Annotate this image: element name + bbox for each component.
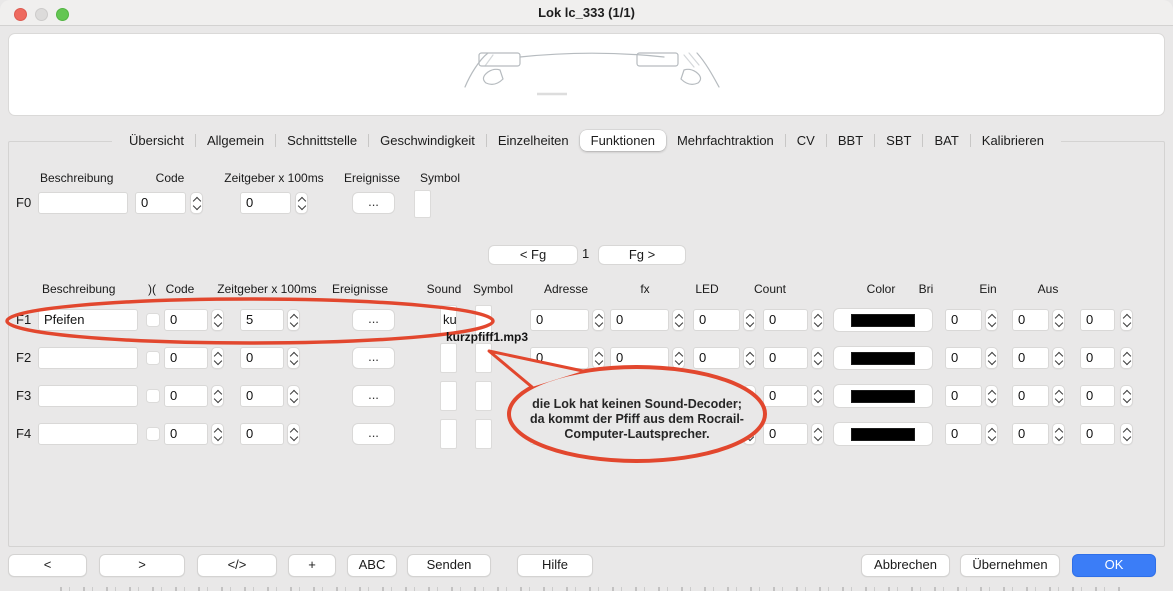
abc-button[interactable]: ABC <box>347 554 397 577</box>
tab-geschwindigkeit[interactable]: Geschwindigkeit <box>369 130 486 151</box>
tab-uebersicht[interactable]: Übersicht <box>118 130 195 151</box>
tab-bat[interactable]: BAT <box>923 130 969 151</box>
window-title: Lok lc_333 (1/1) <box>0 0 1173 26</box>
tab-kalibrieren[interactable]: Kalibrieren <box>971 130 1055 151</box>
tab-mehrfachtraktion[interactable]: Mehrfachtraktion <box>666 130 785 151</box>
tab-funktionen[interactable]: Funktionen <box>580 130 666 151</box>
tab-cv[interactable]: CV <box>786 130 826 151</box>
tab-sbt[interactable]: SBT <box>875 130 922 151</box>
tab-schnittstelle[interactable]: Schnittstelle <box>276 130 368 151</box>
uebernehmen-button[interactable]: Übernehmen <box>960 554 1060 577</box>
functions-panel <box>8 141 1165 547</box>
tab-einzelheiten[interactable]: Einzelheiten <box>487 130 580 151</box>
minimize-button[interactable] <box>35 8 48 21</box>
fg-next-button[interactable]: Fg > <box>598 245 686 265</box>
tab-bar: Übersicht Allgemein Schnittstelle Geschw… <box>0 129 1173 152</box>
loco-sketch <box>457 42 727 112</box>
loco-image-panel <box>8 33 1165 116</box>
background-window-edge <box>60 587 1120 591</box>
xml-button[interactable]: </> <box>197 554 277 577</box>
add-button[interactable]: + <box>288 554 336 577</box>
tab-bbt[interactable]: BBT <box>827 130 874 151</box>
close-button[interactable] <box>14 8 27 21</box>
abbrechen-button[interactable]: Abbrechen <box>861 554 950 577</box>
ok-button[interactable]: OK <box>1072 554 1156 577</box>
fg-current-page: 1 <box>582 246 589 261</box>
nav-prev-button[interactable]: < <box>8 554 87 577</box>
nav-next-button[interactable]: > <box>99 554 185 577</box>
zoom-button[interactable] <box>56 8 69 21</box>
lok-properties-window: { "window": { "title": "Lok lc_333 (1/1)… <box>0 0 1173 591</box>
fg-prev-button[interactable]: < Fg <box>488 245 578 265</box>
senden-button[interactable]: Senden <box>407 554 491 577</box>
hilfe-button[interactable]: Hilfe <box>517 554 593 577</box>
tab-allgemein[interactable]: Allgemein <box>196 130 275 151</box>
title-bar: Lok lc_333 (1/1) <box>0 0 1173 26</box>
